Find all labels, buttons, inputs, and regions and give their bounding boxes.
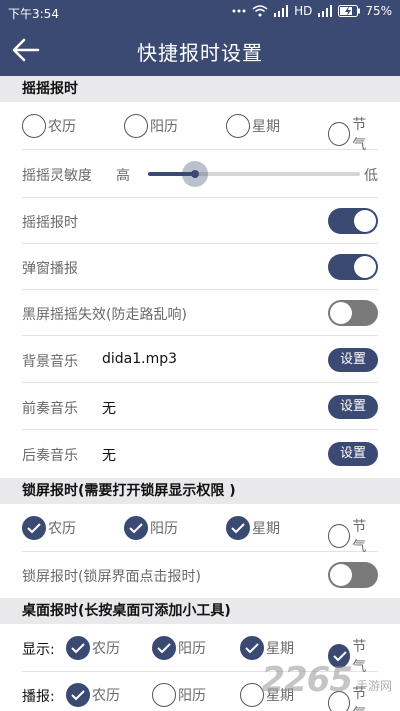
shake-report-toggle[interactable]: [328, 208, 378, 234]
option-label: 阳历: [150, 521, 178, 537]
toggle-knob: [354, 210, 376, 232]
music-row-intro: 前奏音乐 无 设置: [22, 383, 378, 430]
signal-icon-2: [318, 5, 333, 17]
radio-unchecked-icon: [152, 683, 176, 707]
option-label: 农历: [92, 688, 120, 704]
intro-music-set-button[interactable]: 设置: [328, 395, 378, 419]
battery-charging-icon: [338, 5, 361, 17]
lock-option-solar-term[interactable]: 节气: [328, 516, 378, 556]
toggle-row-shake: 摇摇报时: [22, 198, 378, 244]
display-label: 显示:: [22, 642, 55, 658]
shake-options-row: 农历 阳历 星期 节气: [22, 102, 378, 153]
blackscreen-disable-toggle[interactable]: [328, 300, 378, 326]
watermark: 2265 手游网: [261, 660, 392, 700]
dots-icon: [232, 9, 246, 13]
slider-thumb[interactable]: [182, 161, 208, 187]
toggle-knob: [330, 564, 352, 586]
outro-music-set-button[interactable]: 设置: [328, 442, 378, 466]
radio-unchecked-icon: [124, 114, 148, 138]
page-title: 快捷报时设置: [137, 41, 263, 65]
status-bar: 下午3:54 HD 75%: [0, 0, 400, 24]
option-label: 阳历: [178, 641, 206, 657]
shake-option-solar[interactable]: 阳历: [124, 114, 178, 138]
music-label: 后奏音乐: [22, 448, 78, 464]
sensitivity-slider[interactable]: [148, 161, 360, 187]
background-music-set-button[interactable]: 设置: [328, 348, 378, 372]
lock-options-row: 农历 阳历 星期 节气: [22, 504, 378, 555]
lock-option-lunar[interactable]: 农历: [22, 516, 76, 540]
toggle-label: 黑屏摇摇失效(防走路乱响): [22, 307, 187, 323]
display-option-lunar[interactable]: 农历: [66, 636, 120, 660]
option-label: 节气: [352, 519, 367, 555]
section-header-desktop: 桌面报时(长按桌面可添加小工具): [0, 598, 400, 624]
radio-checked-icon: [152, 636, 176, 660]
lockscreen-report-toggle[interactable]: [328, 562, 378, 588]
option-label: 农历: [48, 119, 76, 135]
option-label: 阳历: [150, 119, 178, 135]
status-icons: HD 75%: [231, 4, 392, 18]
broadcast-label: 播报:: [22, 689, 55, 705]
section-header-shake: 摇摇报时: [0, 76, 400, 102]
option-label: 节气: [352, 117, 367, 153]
music-value: 无: [102, 448, 116, 464]
popup-broadcast-toggle[interactable]: [328, 254, 378, 280]
music-row-outro: 后奏音乐 无 设置: [22, 430, 378, 478]
option-label: 农历: [92, 641, 120, 657]
shake-option-weekday[interactable]: 星期: [226, 114, 280, 138]
sensitivity-low-label: 低: [364, 168, 378, 184]
status-time: 下午3:54: [8, 7, 59, 21]
wifi-icon: [252, 5, 268, 17]
option-label: 农历: [48, 521, 76, 537]
music-value: dida1.mp3: [102, 351, 178, 367]
option-label: 星期: [252, 521, 280, 537]
radio-unchecked-icon: [226, 114, 250, 138]
radio-checked-icon: [66, 683, 90, 707]
radio-checked-icon: [66, 636, 90, 660]
shake-option-solar-term[interactable]: 节气: [328, 114, 378, 154]
sensitivity-row: 摇摇灵敏度 高 低: [22, 150, 378, 198]
signal-icon: [274, 5, 289, 17]
display-option-weekday[interactable]: 星期: [240, 636, 294, 660]
toggle-label: 弹窗播报: [22, 261, 78, 277]
radio-unchecked-icon: [328, 524, 351, 548]
display-option-solar[interactable]: 阳历: [152, 636, 206, 660]
option-label: 阳历: [178, 688, 206, 704]
option-label: 星期: [266, 641, 294, 657]
toggle-row-popup: 弹窗播报: [22, 244, 378, 290]
battery-level: 75%: [365, 4, 392, 18]
radio-checked-icon: [22, 516, 46, 540]
radio-checked-icon: [226, 516, 250, 540]
music-value: 无: [102, 401, 116, 417]
toggle-knob: [354, 256, 376, 278]
music-label: 前奏音乐: [22, 401, 78, 417]
lock-option-solar[interactable]: 阳历: [124, 516, 178, 540]
broadcast-option-lunar[interactable]: 农历: [66, 683, 120, 707]
toggle-label: 摇摇报时: [22, 215, 78, 231]
toggle-row-blackscreen: 黑屏摇摇失效(防走路乱响): [22, 290, 378, 336]
radio-unchecked-icon: [22, 114, 46, 138]
broadcast-option-solar[interactable]: 阳历: [152, 683, 206, 707]
sensitivity-high-label: 高: [116, 168, 130, 184]
music-row-background: 背景音乐 dida1.mp3 设置: [22, 336, 378, 383]
toggle-row-lockscreen: 锁屏报时(锁屏界面点击报时): [22, 552, 378, 598]
sensitivity-label: 摇摇灵敏度: [22, 168, 92, 184]
toggle-label: 锁屏报时(锁屏界面点击报时): [22, 569, 201, 585]
section-header-lockscreen: 锁屏报时(需要打开锁屏显示权限 ): [0, 478, 400, 504]
radio-checked-icon: [240, 636, 264, 660]
toggle-knob: [330, 302, 352, 324]
watermark-site: 手游网: [355, 679, 392, 693]
music-label: 背景音乐: [22, 354, 78, 370]
shake-option-lunar[interactable]: 农历: [22, 114, 76, 138]
option-label: 星期: [252, 119, 280, 135]
watermark-brand: 2265: [261, 660, 353, 700]
radio-checked-icon: [124, 516, 148, 540]
network-type: HD: [294, 4, 313, 18]
app-bar: 快捷报时设置: [0, 24, 400, 76]
lock-option-weekday[interactable]: 星期: [226, 516, 280, 540]
radio-unchecked-icon: [328, 122, 351, 146]
